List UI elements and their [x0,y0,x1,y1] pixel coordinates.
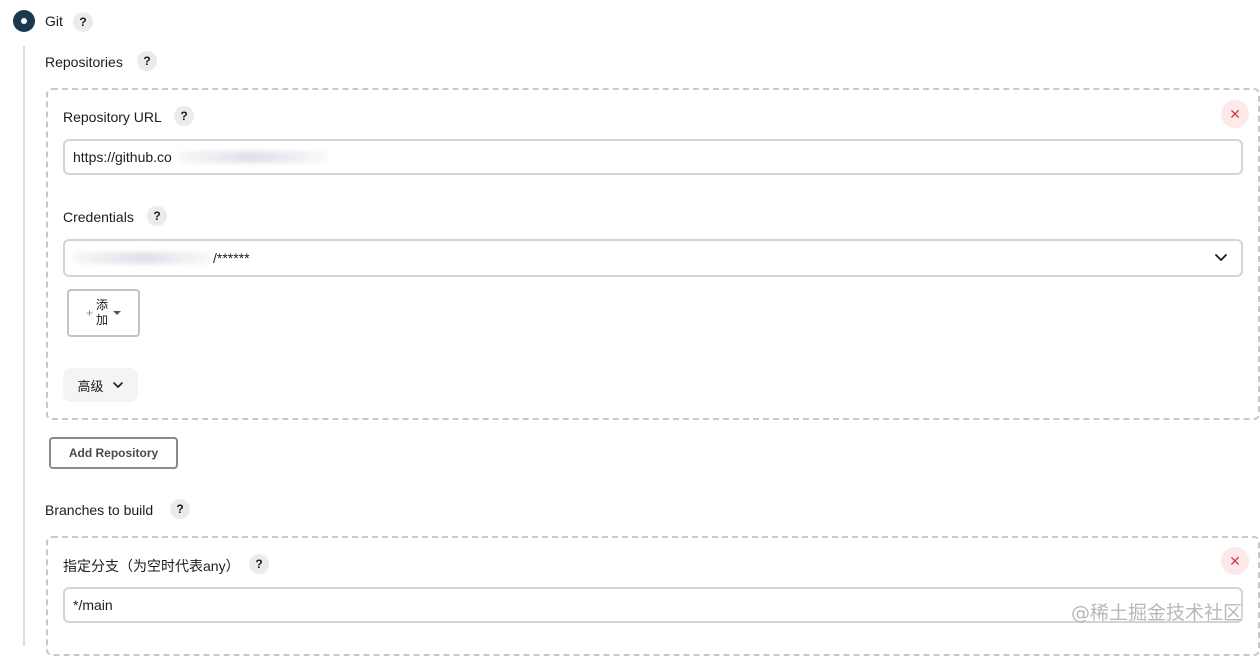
git-label: Git [45,13,63,29]
branches-label: Branches to build [45,502,154,518]
redacted-blur [177,151,328,163]
add-label-line2: 加 [96,313,109,327]
repository-url-input[interactable]: https://github.co [63,139,1243,175]
chevron-down-icon [112,382,123,388]
remove-repository-close-icon[interactable]: ✕ [1221,100,1249,128]
repository-url-value: https://github.co [73,149,172,165]
advanced-button[interactable]: 高级 [63,368,138,402]
chevron-down-icon [1215,254,1227,261]
section-indent-line [23,46,25,646]
branch-specifier-input[interactable]: */main [63,587,1243,623]
credentials-label: Credentials [63,209,134,225]
branch-specifier-label: 指定分支（为空时代表any） [63,558,240,574]
advanced-label: 高级 [77,378,104,394]
add-credentials-button[interactable]: + 添 加 [67,289,140,337]
credentials-help-icon[interactable]: ? [147,206,167,226]
git-help-icon[interactable]: ? [73,12,93,32]
caret-down-icon [113,311,122,315]
repository-url-label: Repository URL [63,109,162,125]
redacted-blur [73,252,213,264]
branch-specifier-value: */main [73,597,113,613]
repository-url-help-icon[interactable]: ? [174,106,194,126]
branches-help-icon[interactable]: ? [170,499,190,519]
plus-icon: + [85,306,93,320]
credentials-value: /****** [213,250,250,266]
git-radio-icon[interactable] [13,10,35,32]
branch-specifier-help-icon[interactable]: ? [249,554,269,574]
repositories-help-icon[interactable]: ? [137,51,157,71]
watermark: @稀土掘金技术社区 [1070,602,1242,624]
credentials-select[interactable]: /****** [63,239,1243,277]
add-repository-button[interactable]: Add Repository [49,437,178,469]
repositories-label: Repositories [45,54,123,70]
remove-branch-close-icon[interactable]: ✕ [1221,547,1249,575]
add-label-line1: 添 [96,298,109,312]
